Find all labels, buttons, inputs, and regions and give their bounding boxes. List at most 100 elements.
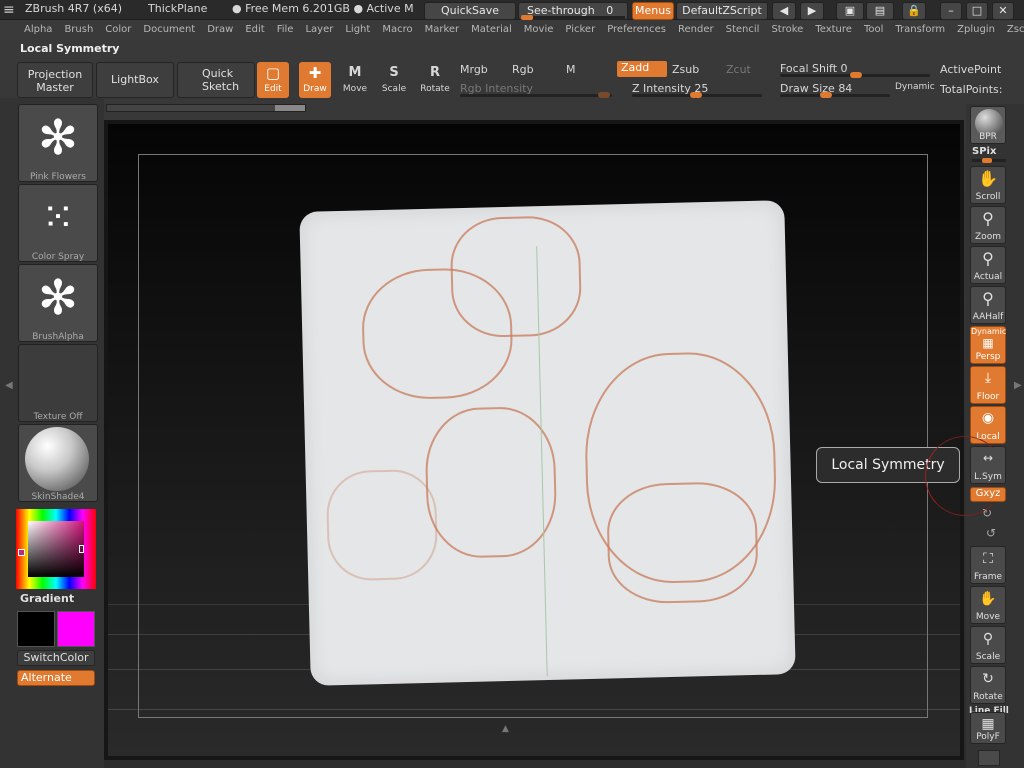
mrgb-button[interactable]: Mrgb xyxy=(460,63,488,76)
projection-master-button[interactable]: Projection Master xyxy=(17,62,93,98)
menus-button[interactable]: Menus xyxy=(632,2,674,20)
spix-slider[interactable]: SPix xyxy=(972,146,1006,163)
menu-document[interactable]: Document xyxy=(137,22,201,40)
right-collapse-icon[interactable]: ▶ xyxy=(1014,380,1022,408)
rotate-view-label: Rotate xyxy=(973,692,1003,702)
secondary-color-swatch[interactable] xyxy=(57,611,95,647)
color-picker[interactable] xyxy=(16,509,96,589)
zoom-button[interactable]: ⚲ Zoom xyxy=(970,206,1006,244)
menu-movie[interactable]: Movie xyxy=(518,22,560,40)
persp-button[interactable]: Dynamic ▦ Persp xyxy=(970,326,1006,364)
menu-preferences[interactable]: Preferences xyxy=(601,22,672,40)
menu-light[interactable]: Light xyxy=(339,22,376,40)
draw-size-slider[interactable]: Draw Size 84 Dynamic xyxy=(780,82,935,98)
minimize-icon[interactable]: – xyxy=(940,2,962,20)
close-icon[interactable]: ✕ xyxy=(992,2,1014,20)
rotate-button[interactable]: R Rotate xyxy=(419,62,451,96)
m-button[interactable]: M xyxy=(566,63,576,76)
menu-picker[interactable]: Picker xyxy=(559,22,601,40)
polyf-button[interactable]: ▦ PolyF xyxy=(970,712,1006,744)
menu-draw[interactable]: Draw xyxy=(201,22,239,40)
menu-file[interactable]: File xyxy=(271,22,300,40)
scale-button[interactable]: S Scale xyxy=(378,62,410,96)
z-intensity-slider[interactable]: Z Intensity 25 xyxy=(632,82,762,98)
scroll-right-icon[interactable]: ▶ xyxy=(800,2,824,20)
draw-button[interactable]: ✚ Draw xyxy=(299,62,331,98)
texture-thumbnail[interactable] xyxy=(18,344,98,422)
hand-icon: ✋ xyxy=(978,169,998,188)
material-sphere-icon xyxy=(25,427,89,491)
zoom-label: Zoom xyxy=(975,232,1001,242)
menu-tool[interactable]: Tool xyxy=(858,22,889,40)
menu-stroke[interactable]: Stroke xyxy=(765,22,809,40)
quicksave-button[interactable]: QuickSave xyxy=(424,2,516,20)
rgb-intensity-slider[interactable]: Rgb Intensity xyxy=(460,82,612,98)
scroll-left-icon[interactable]: ◀ xyxy=(772,2,796,20)
zsub-button[interactable]: Zsub xyxy=(672,63,699,76)
bottom-collapse-icon[interactable]: ▲ xyxy=(502,724,522,734)
menu-color[interactable]: Color xyxy=(99,22,137,40)
scale-view-button[interactable]: ⚲ Scale xyxy=(970,626,1006,664)
menu-layer[interactable]: Layer xyxy=(299,22,339,40)
frame-button[interactable]: ⛶ Frame xyxy=(970,546,1006,584)
gradient-label[interactable]: Gradient xyxy=(20,592,74,605)
menu-material[interactable]: Material xyxy=(465,22,518,40)
dynamic-toggle[interactable]: Dynamic xyxy=(895,82,935,92)
quick-sketch-button[interactable]: Quick Sketch xyxy=(177,62,255,98)
focal-shift-slider[interactable]: Focal Shift 0 xyxy=(780,62,930,78)
rgb-button[interactable]: Rgb xyxy=(512,63,534,76)
maximize-icon[interactable]: □ xyxy=(966,2,988,20)
menu-marker[interactable]: Marker xyxy=(419,22,466,40)
edit-button[interactable]: ▢ Edit xyxy=(257,62,289,98)
menu-texture[interactable]: Texture xyxy=(809,22,858,40)
shelf-handle[interactable] xyxy=(275,105,305,111)
bpr-button[interactable]: BPR xyxy=(970,106,1006,144)
lightbox-button[interactable]: LightBox xyxy=(96,62,174,98)
material-label: SkinShade4 xyxy=(31,492,85,502)
thick-plane-mesh[interactable] xyxy=(299,200,796,686)
menu-alpha[interactable]: Alpha xyxy=(18,22,58,40)
zadd-button[interactable]: Zadd xyxy=(617,61,667,77)
material-thumbnail[interactable] xyxy=(18,424,98,502)
alpha-thumbnail[interactable]: ✻ xyxy=(18,264,98,342)
edit-icon: ▢ xyxy=(265,64,281,82)
menu-zscript[interactable]: Zscript xyxy=(1001,22,1024,40)
scroll-button[interactable]: ✋ Scroll xyxy=(970,166,1006,204)
color-saturation-square[interactable] xyxy=(28,521,84,577)
switch-color-button[interactable]: SwitchColor xyxy=(17,650,95,666)
actual-button[interactable]: ⚲ Actual xyxy=(970,246,1006,284)
shelf-strip xyxy=(106,104,306,112)
menu-brush[interactable]: Brush xyxy=(58,22,99,40)
zcut-button[interactable]: Zcut xyxy=(726,63,751,76)
main-color-swatch[interactable] xyxy=(17,611,55,647)
scale-view-label: Scale xyxy=(975,652,1001,662)
brush-thumbnail[interactable]: ✻ xyxy=(18,104,98,182)
rotate-z-icon[interactable]: ↺ xyxy=(986,526,996,540)
layout-icon[interactable]: ▣ xyxy=(836,2,864,20)
quick-sketch-label: Quick Sketch xyxy=(202,67,240,93)
default-zscript-button[interactable]: DefaultZScript xyxy=(676,2,768,20)
lock-icon[interactable]: 🔒 xyxy=(902,2,926,20)
rotate-view-button[interactable]: ↻ Rotate xyxy=(970,666,1006,704)
menu-zplugin[interactable]: Zplugin xyxy=(951,22,1001,40)
hue-marker[interactable] xyxy=(18,549,25,556)
zbrush-logo-icon: ≡ xyxy=(3,2,15,18)
move-view-button[interactable]: ✋ Move xyxy=(970,586,1006,624)
transp-button[interactable] xyxy=(978,750,1000,766)
aahalf-button[interactable]: ⚲ AAHalf xyxy=(970,286,1006,324)
layout-alt-icon[interactable]: ▤ xyxy=(866,2,894,20)
menu-stencil[interactable]: Stencil xyxy=(720,22,766,40)
menu-render[interactable]: Render xyxy=(672,22,720,40)
saturation-marker[interactable] xyxy=(79,545,84,553)
menu-edit[interactable]: Edit xyxy=(239,22,270,40)
left-collapse-icon[interactable]: ◀ xyxy=(5,380,13,408)
stroke-thumbnail[interactable]: ⁙ xyxy=(18,184,98,262)
floor-button[interactable]: ⤓ Floor xyxy=(970,366,1006,404)
alternate-button[interactable]: Alternate xyxy=(17,670,95,686)
total-points-label: TotalPoints: xyxy=(940,83,1003,96)
move-button[interactable]: M Move xyxy=(339,62,371,96)
menu-transform[interactable]: Transform xyxy=(889,22,951,40)
see-through-slider[interactable]: See-through 0 xyxy=(518,2,628,20)
menu-macro[interactable]: Macro xyxy=(376,22,418,40)
polyf-label: PolyF xyxy=(976,732,1000,742)
